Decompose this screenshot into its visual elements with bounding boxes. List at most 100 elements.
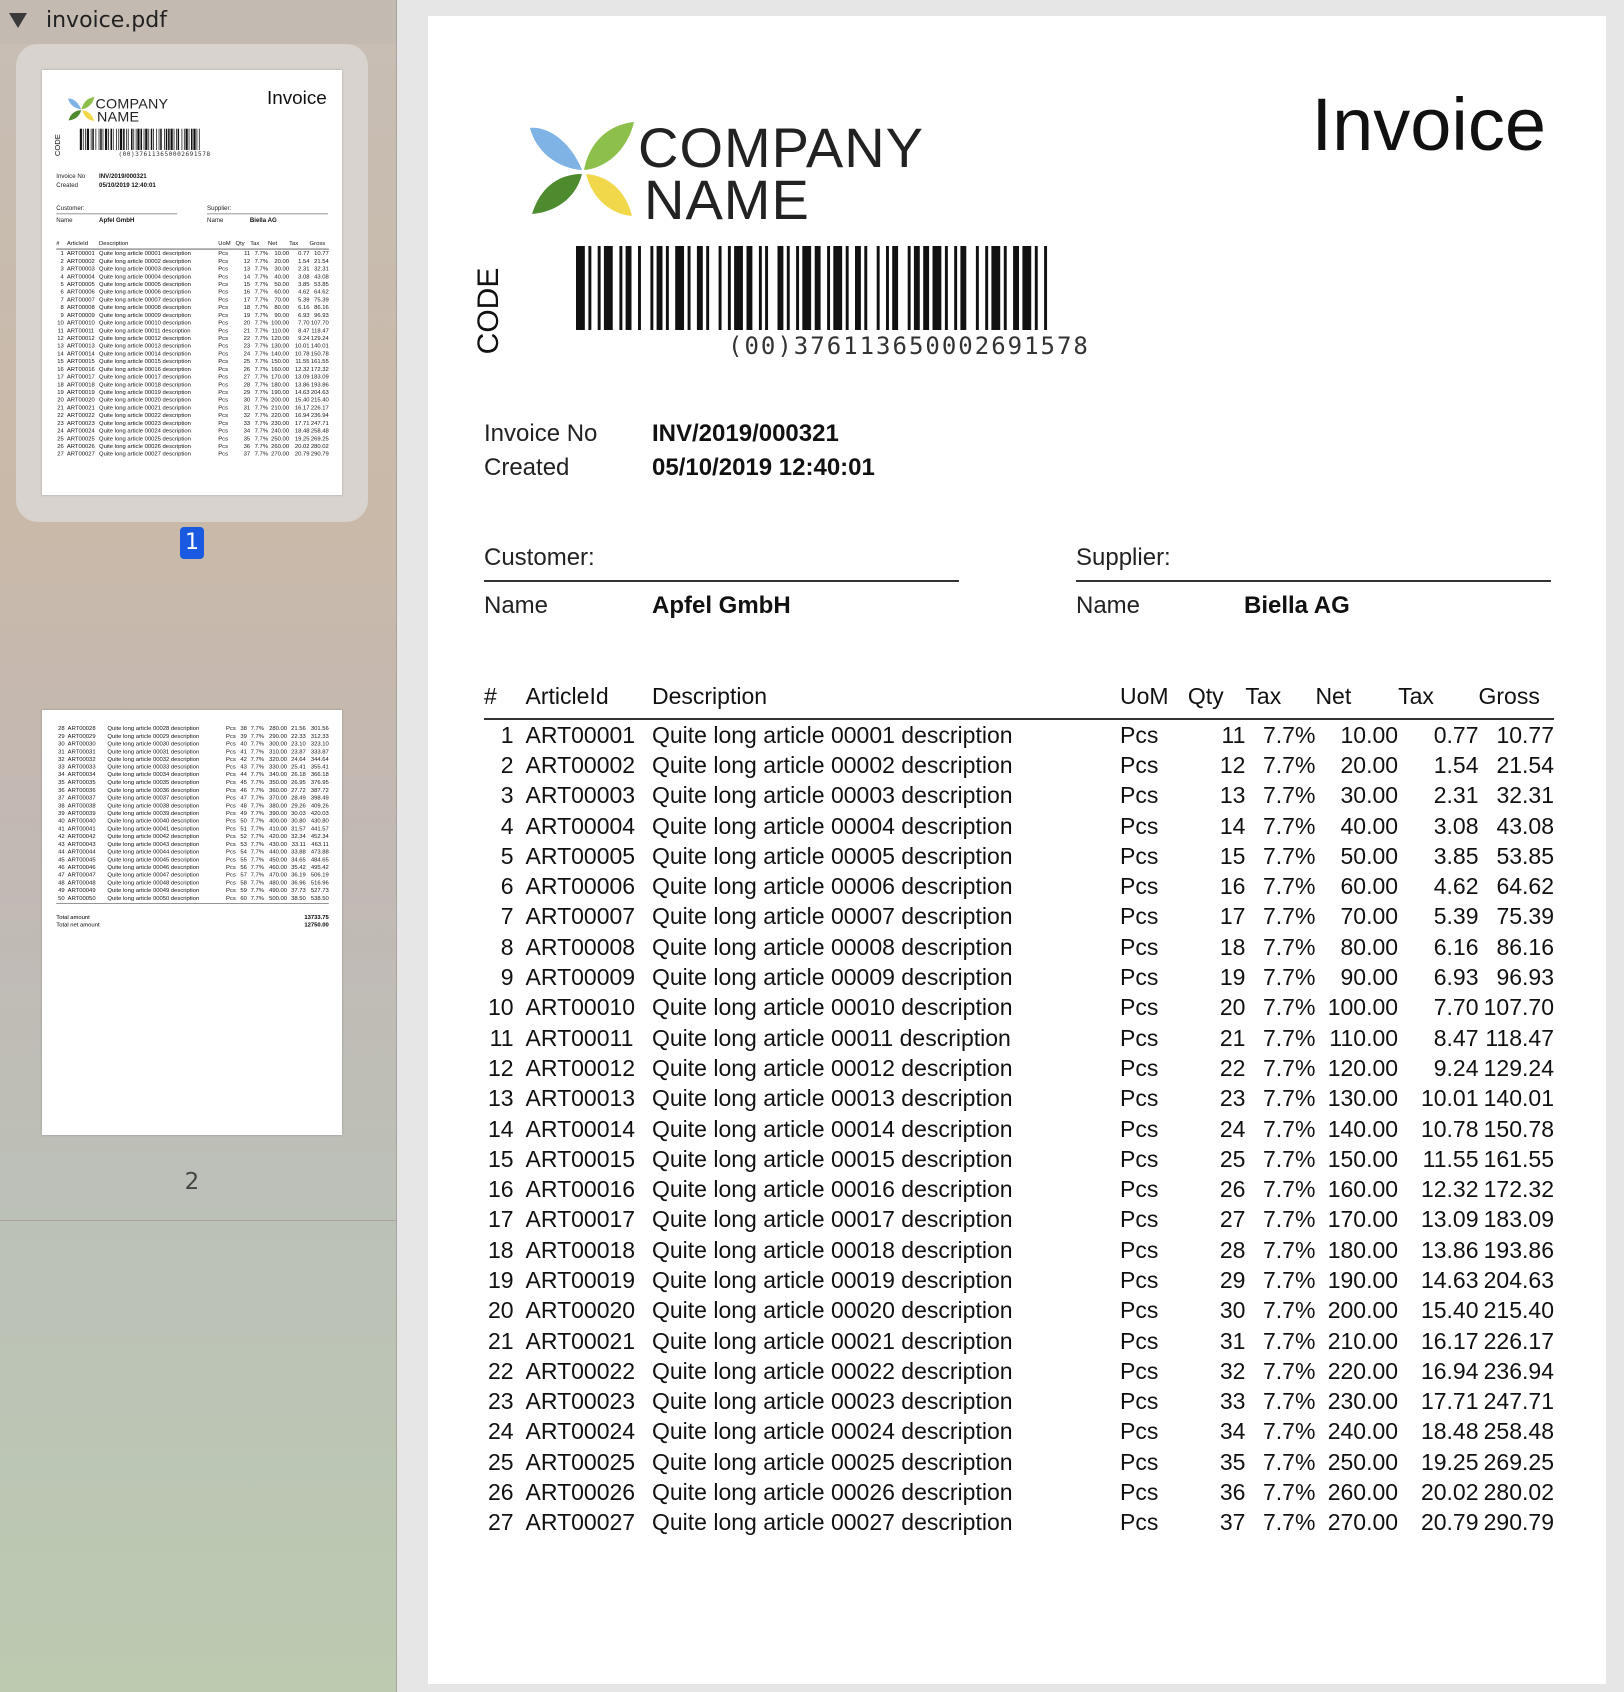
disclosure-triangle-icon[interactable] [9,13,27,28]
cell-uom: Pcs [226,817,236,824]
cell-gross: 495.42 [310,863,329,871]
page-thumbnail-1[interactable]: COMPANY NAME Invoice CODE (00)3761136500… [42,70,342,495]
col-header-description: Description [651,683,768,709]
barcode-bar [960,246,967,330]
table-row: 24 ART00024 Quite long article 00024 descr… [56,427,329,435]
page-thumbnail-2[interactable]: 28 ART00028 Quite long article 00028 descr… [42,710,342,1135]
cell-article-id: ART00013 [525,1085,636,1112]
cell-row-number: 21 [57,404,64,411]
cell-tax-rate: 7.7% [1263,1176,1316,1203]
cell-description: Quite long article 00046 description [107,863,200,871]
cell-net: 200.00 [271,396,290,403]
cell-article-id: ART00009 [525,964,636,991]
cell-net: 440.00 [269,848,287,855]
table-row: 23 ART00023 Quite long article 00023 descr… [56,419,329,427]
cell-gross: 150.78 [1483,1115,1554,1142]
page-2-items-table: 28 ART00028 Quite long article 00028 descr… [56,724,329,901]
cell-net: 240.00 [1327,1418,1399,1445]
table-row: 11 ART00011 Quite long article 00011 descr… [56,326,329,334]
barcode-bar [845,246,849,330]
cell-tax-rate: 7.7% [254,388,269,396]
cell-uom: Pcs [218,319,229,326]
barcode-bar [675,246,685,330]
cell-net: 150.00 [271,357,290,365]
table-row: 27 ART00027 Quite long article 00027 descr… [56,450,329,458]
cell-gross: 538.50 [310,894,329,902]
col-header-uom: UoM [1120,683,1169,709]
cell-description: Quite long article 00024 description [99,427,191,434]
col-header-tax-rate: Tax [250,239,260,247]
cell-row-number: 43 [58,840,65,848]
created-label: Created [56,181,79,189]
cell-tax-rate: 7.7% [1263,1448,1316,1475]
totals-divider [56,903,329,904]
cell-article-id: ART00048 [67,879,96,886]
sidebar-header[interactable]: invoice.pdf [0,0,396,44]
barcode-bar [650,246,654,330]
cell-uom: Pcs [1120,782,1159,809]
cell-net: 60.00 [1340,873,1399,900]
barcode-bar [625,246,632,330]
cell-tax-amount: 19.25 [294,434,310,442]
cell-description: Quite long article 00011 description [651,1024,1011,1051]
cell-uom: Pcs [226,770,236,778]
cell-uom: Pcs [218,272,229,280]
table-row: 37 ART00037 Quite long article 00037 descr… [56,794,329,802]
cell-row-number: 29 [58,732,65,740]
cell-net: 260.00 [1327,1479,1399,1506]
cell-description: Quite long article 00001 description [651,721,1013,748]
cell-net: 400.00 [269,817,287,824]
cell-row-number: 48 [58,879,65,886]
cell-net: 190.00 [271,388,290,396]
cell-row-number: 24 [57,427,64,434]
cell-gross: 118.47 [311,326,329,334]
cell-qty: 44 [240,770,247,778]
table-row: 33 ART00033 Quite long article 00033 descr… [56,763,329,771]
cell-qty: 14 [243,272,251,280]
cell-tax-rate: 7.7% [254,365,269,373]
barcode-bar [193,128,196,150]
cell-row-number: 34 [58,770,65,778]
cell-tax-amount: 3.08 [298,272,310,280]
cell-description: Quite long article 00032 description [107,755,200,763]
cell-description: Quite long article 00015 description [99,357,191,365]
cell-article-id: ART00021 [525,1327,636,1354]
table-row: 1 ART00001 Quite long article 00001 descri… [484,719,1554,750]
cell-qty: 57 [240,871,247,878]
cell-row-number: 11 [57,326,64,334]
cell-description: Quite long article 00017 description [99,373,191,380]
cell-gross: 236.94 [1483,1357,1554,1384]
cell-tax-amount: 11.55 [1422,1145,1479,1172]
cell-gross: 118.47 [1485,1024,1554,1051]
cell-description: Quite long article 00027 description [651,1509,1013,1536]
cell-qty: 16 [1219,873,1246,900]
cell-description: Quite long article 00047 description [107,871,200,878]
table-row: 22 ART00022 Quite long article 00022 descr… [56,411,329,419]
cell-tax-rate: 7.7% [1263,873,1316,900]
cell-description: Quite long article 00040 description [107,817,200,824]
cell-row-number: 14 [57,350,64,357]
cell-row-number: 1 [60,249,64,257]
cell-tax-rate: 7.7% [250,724,265,732]
cell-net: 20.00 [274,257,290,265]
cell-uom: Pcs [1120,1509,1159,1536]
cell-tax-amount: 0.77 [298,249,310,257]
cell-uom: Pcs [1120,1024,1159,1051]
cell-uom: Pcs [218,427,229,434]
cell-row-number: 27 [487,1509,514,1536]
cell-uom: Pcs [1120,1297,1159,1324]
cell-description: Quite long article 00034 description [107,770,200,778]
barcode-number: (00)376113650002691578 [118,150,211,158]
total-net-value: 12750.00 [304,921,329,929]
cell-description: Quite long article 00005 description [651,842,1013,869]
table-row: 23 ART00023 Quite long article 00023 descr… [484,1387,1554,1417]
table-row: 48 ART00048 Quite long article 00048 descr… [56,879,329,887]
cell-qty: 24 [1219,1115,1246,1142]
cell-gross: 452.34 [310,832,329,840]
barcode-bar [777,246,784,330]
cell-description: Quite long article 00002 description [99,257,191,265]
cell-net: 320.00 [269,755,287,763]
cell-uom: Pcs [226,848,236,855]
cell-row-number: 23 [487,1388,514,1415]
invoice-title: Invoice [1311,83,1546,166]
